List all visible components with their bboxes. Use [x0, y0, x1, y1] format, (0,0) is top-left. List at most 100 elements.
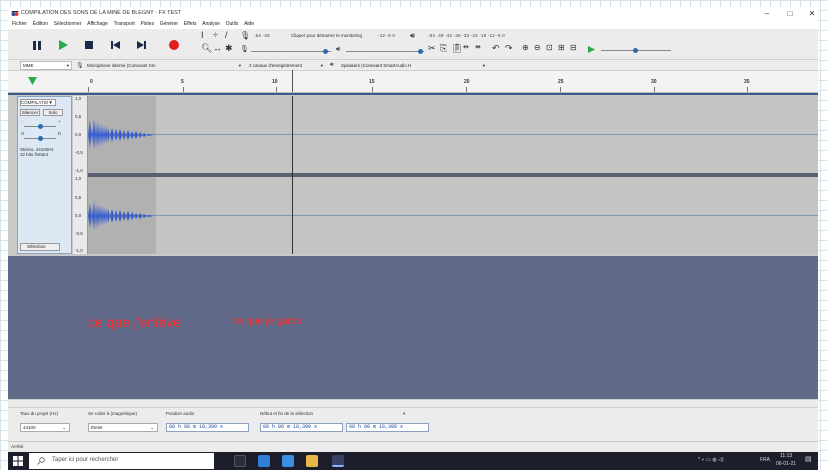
task-view-icon[interactable] [234, 455, 246, 467]
menu-affichage[interactable]: Affichage [87, 20, 108, 29]
pan-slider[interactable] [24, 136, 56, 141]
annotation-remove: ce que j'enlève [88, 314, 181, 330]
playback-volume-slider[interactable] [346, 49, 424, 54]
close-button[interactable]: ✕ [801, 7, 823, 20]
skip-to-start-button[interactable] [106, 36, 124, 54]
track-name-menu[interactable]: COMPILATIO▼ [20, 99, 56, 106]
menu-fichier[interactable]: Fichier [12, 20, 27, 29]
status-bar: Arrêté. [8, 441, 818, 452]
pause-button[interactable] [28, 36, 46, 54]
mute-button[interactable]: Silencer [20, 109, 40, 116]
minimize-button[interactable]: – [756, 7, 778, 20]
menu-bar: Fichier Édition Sélectionner Affichage T… [8, 20, 818, 29]
menu-outils[interactable]: Outils [226, 20, 239, 29]
selection-end-field[interactable]: 00 h 00 m 10,390 s [346, 423, 429, 432]
timeshift-tool-icon[interactable]: ↔ [213, 43, 222, 53]
play-at-speed-icon[interactable] [588, 46, 595, 53]
left-channel[interactable] [88, 96, 818, 173]
monitor-hint[interactable]: Cliquer pour démarrer le monitoring [291, 33, 362, 38]
horizontal-scrollbar[interactable] [8, 399, 818, 407]
trim-icon[interactable]: ⇹ [463, 43, 469, 53]
stop-button[interactable] [80, 36, 98, 54]
menu-transport[interactable]: Transport [114, 20, 135, 29]
system-tray-icons[interactable]: ^ ◐ ▭ ◍ ◁) [698, 457, 724, 463]
track-select-button[interactable]: Sélection [20, 243, 60, 251]
scale-label: -1,0 [75, 248, 83, 253]
microphone-icon[interactable]: 🎙︎ [240, 31, 250, 41]
record-button[interactable] [165, 36, 183, 54]
selection-start-field[interactable]: 00 h 00 m 10,390 s [260, 423, 343, 432]
silence-icon[interactable]: ⇼ [475, 43, 481, 53]
scale-label: 0,5 [75, 114, 82, 119]
cut-icon[interactable]: ✂ [428, 43, 436, 53]
right-channel[interactable] [88, 177, 818, 254]
undo-icon[interactable]: ↶ [492, 43, 500, 53]
menu-pistes[interactable]: Pistes [140, 20, 154, 29]
ruler-tick: 25 [558, 79, 564, 85]
audacity-taskbar-icon[interactable] [332, 455, 344, 467]
scale-label: -0,5 [75, 231, 83, 236]
paste-icon[interactable]: 📋︎ [451, 43, 462, 53]
chevron-down-icon[interactable]: ▾ [403, 411, 405, 417]
menu-effets[interactable]: Effets [184, 20, 197, 29]
input-language[interactable]: FRA [760, 457, 770, 463]
zoom-toggle-icon[interactable]: ⊟ [570, 43, 577, 53]
menu-analyse[interactable]: Analyse [202, 20, 220, 29]
audio-position-field[interactable]: 00 h 00 m 10,390 s [166, 423, 249, 432]
chevron-down-icon: ▾ [320, 63, 323, 68]
fit-project-icon[interactable]: ⊞ [558, 43, 565, 53]
status-text: Arrêté. [11, 444, 25, 449]
menu-edition[interactable]: Édition [33, 20, 48, 29]
zoom-tool-icon[interactable]: 🔍︎ [201, 43, 212, 53]
menu-aide[interactable]: Aide [244, 20, 254, 29]
speaker-meter-icon[interactable]: 🔊︎ [410, 31, 415, 41]
annotation-keep: ce que je garde [233, 316, 302, 327]
zoom-out-icon[interactable]: ⊖ [534, 43, 541, 53]
record-volume-slider[interactable] [251, 49, 331, 54]
windows-start-icon[interactable] [13, 456, 23, 466]
ruler-tick: 35 [744, 79, 750, 85]
selection-toolbar: Taux du projet (Hz) Se coller à (magnéti… [8, 407, 818, 441]
play-speed-slider[interactable] [601, 48, 671, 53]
fit-selection-icon[interactable]: ⊡ [546, 43, 553, 53]
maximize-button[interactable]: □ [779, 7, 801, 20]
notification-icon[interactable]: ▤ [805, 455, 812, 463]
menu-selectionner[interactable]: Sélectionner [54, 20, 82, 29]
record-icon [169, 40, 179, 50]
clock-time[interactable]: 11:13 [780, 453, 792, 459]
timeline-ruler[interactable]: 0 5 10 15 20 25 30 35 [8, 70, 818, 93]
envelope-tool-icon[interactable]: ÷ [213, 30, 218, 40]
solo-button[interactable]: Solo [43, 109, 63, 116]
audio-host-select[interactable]: MME ▾ [20, 61, 72, 70]
timeline-options-icon[interactable] [28, 77, 37, 85]
recording-device-select[interactable]: Microphone interne (Conexant Sm ▾ [84, 61, 244, 70]
ruler-tick: 5 [181, 79, 184, 85]
ruler-tick: 0 [90, 79, 93, 85]
mail-app-icon[interactable] [258, 455, 270, 467]
waveform-right [88, 200, 158, 231]
play-button[interactable] [54, 36, 72, 54]
edge-app-icon[interactable] [282, 455, 294, 467]
redo-icon[interactable]: ↷ [505, 43, 513, 53]
snap-select[interactable]: Éteint ⌄ [88, 423, 158, 432]
device-toolbar: MME ▾ 🎙︎ Microphone interne (Conexant Sm ▾… [8, 60, 818, 71]
draw-tool-icon[interactable]: / [225, 30, 228, 40]
edit-cursor [292, 96, 293, 254]
ruler-tick: 15 [369, 79, 375, 85]
file-explorer-icon[interactable] [306, 455, 318, 467]
channels-select[interactable]: 2 canaux d'enregistrement ▾ [246, 61, 326, 70]
waveform-area[interactable] [88, 96, 818, 254]
project-rate-select[interactable]: 44100 ⌄ [20, 423, 70, 432]
menu-generer[interactable]: Générer [160, 20, 178, 29]
scale-label: 1,0 [75, 96, 82, 101]
empty-track-area[interactable]: ce que j'enlève ce que je garde [8, 256, 818, 399]
selection-tool-icon[interactable]: I [201, 30, 204, 40]
multi-tool-icon[interactable]: ✱ [225, 43, 233, 53]
zoom-in-icon[interactable]: ⊕ [522, 43, 529, 53]
playback-device-select[interactable]: Speakers (Conexant SmartAudio H ▾ [338, 61, 488, 70]
skip-to-end-button[interactable] [132, 36, 150, 54]
taskbar-search-box[interactable]: Taper ici pour rechercher [29, 453, 214, 469]
gain-slider[interactable] [24, 124, 56, 129]
clock-date[interactable]: 06-01-21 [776, 461, 796, 467]
copy-icon[interactable]: ⎘ [440, 43, 447, 53]
